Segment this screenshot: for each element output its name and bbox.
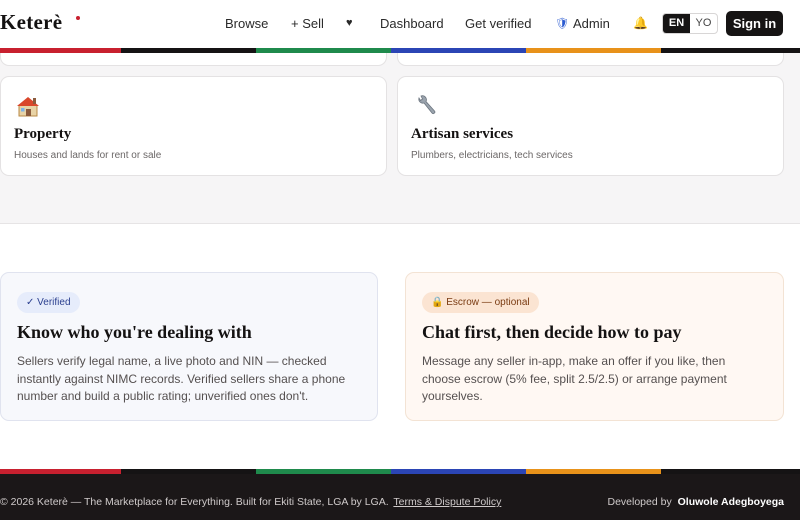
category-card-artisan[interactable]: Artisan services Plumbers, electricians,… [397, 76, 784, 176]
feature-body: Message any seller in-app, make an offer… [422, 354, 727, 403]
terms-link[interactable]: Terms & Dispute Policy [393, 496, 501, 508]
shield-icon: 🛡 [555, 18, 569, 30]
wrench-icon [415, 95, 439, 117]
stripe-segment [661, 469, 800, 474]
verified-badge: ✓ Verified [17, 292, 80, 313]
nav-dashboard[interactable]: Dashboard [380, 16, 444, 31]
lang-en-button[interactable]: EN [663, 14, 690, 33]
sign-in-button[interactable]: Sign in [726, 11, 783, 36]
lang-yo-button[interactable]: YO [690, 14, 717, 33]
house-icon [16, 95, 40, 117]
stripe-segment [391, 469, 526, 474]
category-title: Property [14, 126, 72, 142]
category-card-property[interactable]: Property Houses and lands for rent or sa… [0, 76, 387, 176]
favorites-icon[interactable]: ♥ [346, 17, 353, 29]
credit-prefix: Developed by [607, 496, 672, 508]
stripe-segment [121, 469, 256, 474]
category-title: Artisan services [411, 126, 514, 142]
credit-name[interactable]: Oluwole Adegboyega [678, 496, 784, 508]
nav-browse[interactable]: Browse [225, 16, 268, 31]
brand-logo-dot [76, 16, 80, 20]
bell-icon[interactable]: 🔔 [633, 16, 648, 30]
footer-text: © 2026 Keterè — The Marketplace for Ever… [0, 496, 389, 508]
stripe-segment [526, 469, 661, 474]
category-description: Plumbers, electricians, tech services [411, 150, 573, 161]
footer-color-stripe [0, 469, 800, 474]
nav-admin[interactable]: Admin [573, 16, 610, 31]
feature-card-escrow: 🔒 Escrow — optional Chat first, then dec… [405, 272, 784, 421]
site-footer: © 2026 Keterè — The Marketplace for Ever… [0, 469, 800, 520]
brand-logo[interactable]: Keterè [0, 10, 62, 35]
footer-copyright: © 2026 Keterè — The Marketplace for Ever… [0, 496, 501, 508]
nav-sell[interactable]: + Sell [291, 16, 324, 31]
category-card-partial[interactable] [397, 53, 784, 66]
feature-title: Know who you're dealing with [17, 322, 252, 342]
feature-card-verified: ✓ Verified Know who you're dealing with … [0, 272, 378, 421]
stripe-segment [256, 469, 391, 474]
stripe-segment [0, 469, 121, 474]
feature-title: Chat first, then decide how to pay [422, 322, 682, 342]
feature-body: Sellers verify legal name, a live photo … [17, 354, 346, 403]
footer-credit: Developed by Oluwole Adegboyega [607, 496, 784, 508]
nav-get-verified[interactable]: Get verified [465, 16, 531, 31]
escrow-badge: 🔒 Escrow — optional [422, 292, 539, 313]
category-card-partial[interactable] [0, 53, 387, 66]
language-switcher: EN YO [662, 13, 718, 34]
top-header: Keterè Browse + Sell ♥ Dashboard Get ver… [0, 0, 800, 48]
category-description: Houses and lands for rent or sale [14, 150, 162, 161]
